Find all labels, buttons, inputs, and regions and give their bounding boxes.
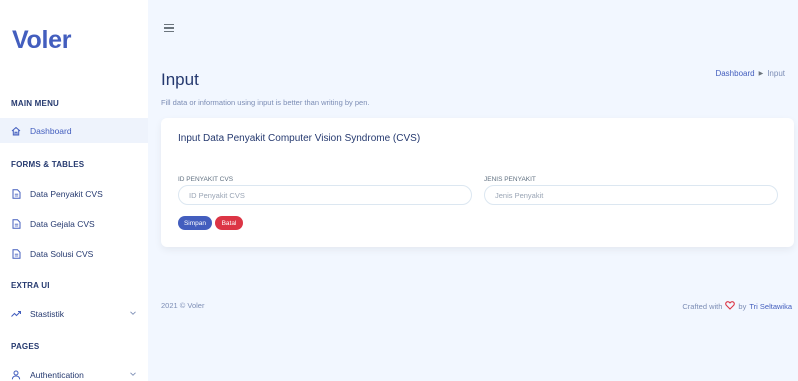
sidebar-item-label: Data Penyakit CVS xyxy=(30,188,103,199)
id-penyakit-placeholder: ID Penyakit CVS xyxy=(189,190,245,200)
sidebar: Voler MAIN MENU Dashboard FORMS & TABLES… xyxy=(0,0,148,381)
file-icon xyxy=(11,248,21,259)
heart-icon xyxy=(725,301,736,312)
input-card: Input Data Penyakit Computer Vision Synd… xyxy=(161,118,794,247)
jenis-penyakit-label: JENIS PENYAKIT xyxy=(484,176,536,183)
hamburger-icon[interactable] xyxy=(164,24,174,32)
chevron-down-icon xyxy=(129,370,137,378)
footer-copyright: 2021 © Voler xyxy=(161,301,205,310)
trending-up-icon xyxy=(11,309,21,319)
breadcrumb-current: Input xyxy=(767,69,785,78)
sidebar-item-dashboard[interactable]: Dashboard xyxy=(0,118,148,143)
footer-credit: Crafted with by Tri Seltawika xyxy=(682,301,792,312)
section-title-forms-tables: FORMS & TABLES xyxy=(11,160,85,169)
page-subtitle: Fill data or information using input is … xyxy=(161,98,370,107)
sidebar-item-data-gejala[interactable]: Data Gejala CVS xyxy=(0,211,148,236)
section-title-extra-ui: EXTRA UI xyxy=(11,281,50,290)
jenis-penyakit-placeholder: Jenis Penyakit xyxy=(495,190,544,200)
sidebar-item-data-penyakit[interactable]: Data Penyakit CVS xyxy=(0,181,148,206)
footer-by-text: by xyxy=(738,302,747,311)
breadcrumb-separator-icon: ▶ xyxy=(758,71,764,77)
id-penyakit-input[interactable]: ID Penyakit CVS xyxy=(178,185,472,205)
id-penyakit-label: ID PENYAKIT CVS xyxy=(178,176,234,183)
breadcrumb: Dashboard ▶ Input xyxy=(715,69,785,78)
home-icon xyxy=(11,126,21,136)
save-button[interactable]: Simpan xyxy=(178,216,212,230)
user-icon xyxy=(11,370,21,380)
sidebar-item-label: Stastistik xyxy=(30,308,65,319)
sidebar-item-data-solusi[interactable]: Data Solusi CVS xyxy=(0,241,148,266)
chevron-down-icon xyxy=(129,309,137,317)
section-title-pages: PAGES xyxy=(11,342,40,351)
app-logo[interactable]: Voler xyxy=(12,26,71,55)
footer-crafted-text: Crafted with xyxy=(682,302,723,311)
sidebar-item-label: Dashboard xyxy=(30,125,72,136)
page-title: Input xyxy=(161,70,199,89)
sidebar-item-label: Data Solusi CVS xyxy=(30,248,94,259)
breadcrumb-dashboard-link[interactable]: Dashboard xyxy=(715,69,754,78)
file-icon xyxy=(11,188,21,199)
sidebar-item-label: Data Gejala CVS xyxy=(30,218,95,229)
section-title-main-menu: MAIN MENU xyxy=(11,99,60,108)
card-title: Input Data Penyakit Computer Vision Synd… xyxy=(178,133,421,144)
jenis-penyakit-input[interactable]: Jenis Penyakit xyxy=(484,185,778,205)
sidebar-item-label: Authentication xyxy=(30,369,84,380)
sidebar-item-stastistik[interactable]: Stastistik xyxy=(0,301,148,326)
cancel-button[interactable]: Batal xyxy=(215,216,243,230)
file-icon xyxy=(11,218,21,229)
sidebar-item-authentication[interactable]: Authentication xyxy=(0,362,148,381)
footer-author-link[interactable]: Tri Seltawika xyxy=(749,302,792,311)
